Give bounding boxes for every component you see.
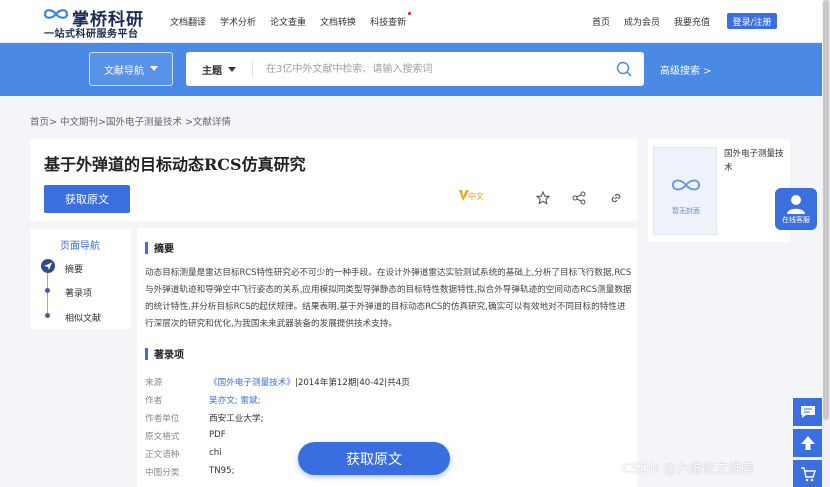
breadcrumb[interactable]: 首页> 中文期刊>国外电子测量技术 >文献详情 — [30, 114, 231, 128]
meta-key: 来源 — [145, 378, 163, 388]
floating-get-fulltext-button[interactable]: 获取原文 — [298, 442, 450, 475]
record-title: 著录项 — [154, 350, 184, 361]
nav-timeline — [47, 269, 48, 317]
nav-dot-icon — [45, 313, 50, 318]
main-nav: 文档翻译 学术分析 论文查重 文档转换 科技查新 — [170, 12, 412, 28]
recharge-link[interactable]: 我要充值 — [674, 15, 710, 28]
send-icon — [44, 262, 52, 270]
nav-dot-icon — [45, 288, 50, 293]
header-right-links: 首页 成为会员 我要充值 — [592, 15, 710, 28]
scrollbar-thumb[interactable] — [823, 0, 829, 420]
nav-item-abstract[interactable]: 摘要 — [65, 262, 83, 275]
language-label: 中文 — [468, 192, 484, 201]
login-register-button[interactable]: 登录/注册 — [727, 13, 777, 29]
page-navigation: 页面导航 摘要 著录项 相似文献 — [30, 229, 131, 329]
nav-novelty-search-label: 科技查新 — [370, 18, 407, 28]
no-cover-text: 暂无封面 — [672, 207, 700, 215]
page-nav-title: 页面导航 — [60, 241, 100, 252]
back-to-top-button[interactable] — [793, 429, 822, 457]
meta-value: TN95; — [209, 466, 235, 476]
literature-nav-dropdown[interactable]: 文献导航 — [89, 52, 173, 86]
search-input[interactable] — [266, 59, 606, 79]
star-icon[interactable] — [536, 191, 550, 205]
search-divider — [252, 60, 253, 78]
topic-selector[interactable]: 主题 — [202, 62, 236, 77]
online-support-button[interactable]: 在线客服 — [775, 188, 817, 230]
search-icon[interactable] — [616, 61, 632, 77]
new-dot-icon — [408, 12, 412, 15]
author-link[interactable]: 吴亦文; 雷斌; — [209, 394, 261, 406]
caret-down-icon — [228, 66, 236, 72]
section-bar — [145, 347, 148, 360]
article-title-card: 基于外弹道的目标动态RCS仿真研究 获取原文 中文 — [30, 139, 637, 221]
meta-key: 原文格式 — [145, 432, 180, 442]
search-box: 主题 — [186, 52, 644, 86]
journal-name[interactable]: 国外电子测量技术 — [724, 147, 784, 175]
meta-key: 中图分类 — [145, 468, 180, 478]
csdn-watermark: CSDN @六维论文推荐 — [622, 462, 755, 477]
nav-item-record[interactable]: 著录项 — [65, 286, 92, 299]
meta-value: 《国外电子测量技术》|2014年第12期|40-42|共4页 — [209, 376, 410, 388]
chevron-down-icon — [150, 66, 158, 71]
meta-key: 作者单位 — [145, 414, 180, 424]
section-bar — [145, 241, 148, 254]
share-icon[interactable] — [572, 191, 586, 205]
meta-key: 正文语种 — [145, 450, 180, 460]
meta-key: 作者 — [145, 396, 163, 406]
support-avatar-icon — [787, 195, 805, 214]
support-label: 在线客服 — [782, 216, 810, 224]
page-title: 基于外弹道的目标动态RCS仿真研究 — [44, 155, 306, 174]
arrow-up-icon — [800, 436, 815, 450]
abstract-heading: 摘要 — [145, 240, 174, 255]
language-badge: 中文 — [458, 189, 488, 205]
feedback-button[interactable] — [793, 398, 822, 426]
site-logo[interactable]: 掌桥科研 一站式科研服务平台 — [40, 5, 150, 40]
nav-academic-analysis[interactable]: 学术分析 — [220, 15, 256, 28]
cart-button[interactable] — [793, 460, 822, 487]
logo-subtitle: 一站式科研服务平台 — [44, 29, 139, 40]
get-fulltext-button[interactable]: 获取原文 — [44, 185, 130, 213]
abstract-title: 摘要 — [154, 244, 174, 255]
link-icon[interactable] — [609, 191, 623, 205]
message-icon — [800, 406, 815, 418]
source-journal-link[interactable]: 《国外电子测量技术》 — [209, 378, 295, 388]
nav-doc-convert[interactable]: 文档转换 — [320, 15, 356, 28]
home-link[interactable]: 首页 — [592, 15, 610, 28]
nav-active-marker-icon — [41, 259, 55, 273]
record-heading: 著录项 — [145, 346, 184, 361]
logo-infinity-icon — [43, 9, 69, 19]
nav-doc-translate[interactable]: 文档翻译 — [170, 15, 206, 28]
source-issue: |2014年第12期|40-42|共4页 — [294, 378, 410, 388]
cover-placeholder: 暂无封面 — [653, 147, 717, 235]
vertical-scrollbar[interactable] — [822, 0, 830, 487]
meta-value: 西安工业大学; — [209, 414, 264, 424]
nav-plagiarism-check[interactable]: 论文查重 — [270, 15, 306, 28]
meta-value: PDF — [209, 430, 226, 440]
meta-value: chi — [209, 448, 222, 458]
become-member-link[interactable]: 成为会员 — [624, 15, 660, 28]
literature-nav-label: 文献导航 — [104, 65, 144, 77]
nav-item-similar[interactable]: 相似文献 — [65, 311, 101, 324]
abstract-text: 动态目标测量是雷达目标RCS特性研究必不可少的一种手段。在设计外弹道雷达实验测试… — [145, 268, 632, 329]
top-header: 掌桥科研 一站式科研服务平台 文档翻译 学术分析 论文查重 文档转换 科技查新 … — [0, 0, 830, 43]
nav-novelty-search[interactable]: 科技查新 — [370, 12, 412, 28]
cover-logo-icon — [671, 179, 701, 191]
advanced-search-link[interactable]: 高级搜索 > — [660, 62, 712, 77]
search-band: 文献导航 主题 高级搜索 > — [0, 43, 830, 96]
journal-cover-card: 暂无封面 国外电子测量技术 — [648, 139, 790, 242]
topic-label: 主题 — [202, 66, 222, 77]
cart-icon — [800, 467, 816, 482]
